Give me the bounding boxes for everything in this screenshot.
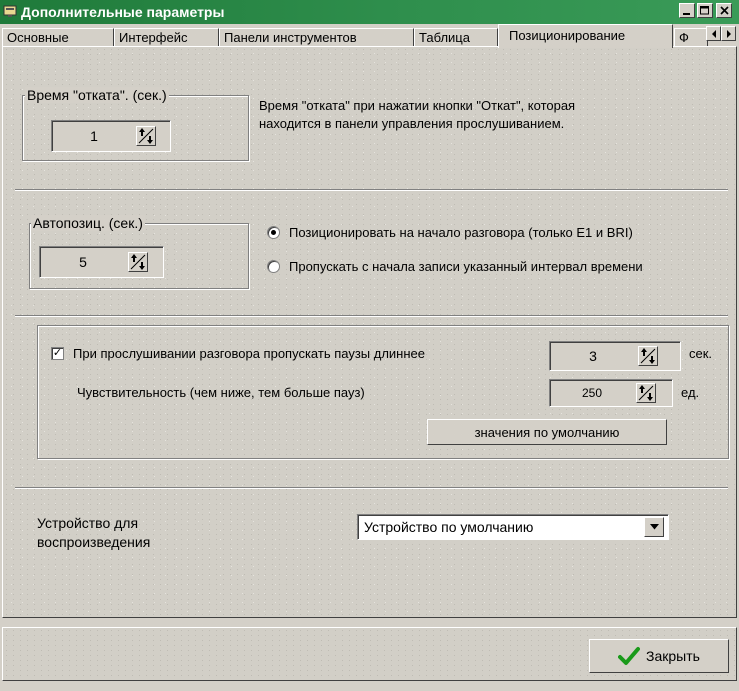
tab-scroll-right-button[interactable] [721,26,736,41]
tab-label: Таблица [419,30,470,45]
minimize-button[interactable] [679,3,695,18]
tab-scroll-left-button[interactable] [706,26,721,41]
autopos-spinner[interactable]: 5 [39,246,164,278]
tab-label: Ф [679,30,689,45]
autopos-option1-label[interactable]: Позиционировать на начало разговора (тол… [289,225,735,240]
window-title: Дополнительные параметры [21,4,225,20]
rollback-value[interactable]: 1 [52,128,136,144]
chevron-down-icon [649,524,659,530]
tab-positioning[interactable]: Позиционирование [498,24,673,48]
tab-label: Основные [7,30,69,45]
autopos-legend: Автопозиц. (сек.) [31,215,145,231]
maximize-icon [700,6,709,15]
minimize-icon [683,12,690,15]
skip-pauses-value[interactable]: 3 [550,348,636,364]
arrow-left-icon [711,29,716,38]
sensitivity-spin-button[interactable] [636,383,656,403]
rollback-description-line1: Время "отката" при нажатии кнопки "Откат… [259,98,576,113]
defaults-button-label: значения по умолчанию [474,424,620,440]
autopos-value[interactable]: 5 [40,254,126,270]
autopos-option2-label[interactable]: Пропускать с начала записи указанный инт… [289,259,735,274]
device-label-line2: воспроизведения [37,534,151,550]
playback-device-value: Устройство по умолчанию [364,519,534,535]
spin-arrows-icon [640,348,656,364]
sensitivity-label: Чувствительность (чем ниже, тем больше п… [77,385,365,400]
maximize-button[interactable] [697,3,713,18]
options-dialog: Дополнительные параметры Основные Интерф… [0,0,739,691]
tab-more[interactable]: Ф [674,28,708,46]
tab-toolbars[interactable]: Панели инструментов [219,28,414,46]
tab-interface[interactable]: Интерфейс [114,28,219,46]
tab-table[interactable]: Таблица [414,28,498,46]
defaults-button[interactable]: значения по умолчанию [427,419,667,445]
spin-arrows-icon [638,385,654,401]
spin-arrows-icon [138,128,154,144]
tab-main[interactable]: Основные [2,28,114,46]
rollback-legend: Время "отката". (сек.) [25,87,169,103]
sensitivity-unit: ед. [681,385,700,400]
separator [15,487,728,489]
sensitivity-value[interactable]: 250 [550,386,634,400]
rollback-spin-button[interactable] [136,126,156,146]
autopos-start-radio[interactable] [267,226,280,239]
footer-bar: Закрыть [0,619,739,691]
skip-pauses-label[interactable]: При прослушивании разговора пропускать п… [73,346,425,361]
separator [15,315,728,317]
autopos-skip-radio[interactable] [267,260,280,273]
checkmark-icon [618,647,641,665]
skip-pauses-spin-button[interactable] [638,346,658,366]
device-label-line1: Устройство для [37,515,139,531]
spin-arrows-icon [130,254,146,270]
sensitivity-spinner[interactable]: 250 [549,379,673,407]
tab-label: Позиционирование [509,28,626,43]
separator [15,189,728,191]
close-button-label: Закрыть [646,648,700,664]
close-window-button[interactable] [716,3,732,18]
title-bar[interactable]: Дополнительные параметры [0,0,739,24]
device-dropdown-button[interactable] [644,517,664,537]
arrow-right-icon [726,29,731,38]
rollback-spinner[interactable]: 1 [51,120,171,152]
close-button[interactable]: Закрыть [589,639,729,673]
rollback-description-line2: находится в панели управления прослушива… [259,116,565,131]
close-icon [719,6,729,15]
skip-pauses-checkbox[interactable]: ✓ [51,347,64,360]
tab-label: Панели инструментов [224,30,357,45]
autopos-spin-button[interactable] [128,252,148,272]
playback-device-select[interactable]: Устройство по умолчанию [357,514,669,540]
positioning-page: Время "отката". (сек.) 1 Время "отката" … [2,46,737,618]
skip-pauses-spinner[interactable]: 3 [549,341,681,371]
app-icon [3,5,17,17]
tab-strip: Основные Интерфейс Панели инструментов Т… [0,24,739,48]
skip-pauses-unit: сек. [689,346,713,361]
tab-label: Интерфейс [119,30,188,45]
